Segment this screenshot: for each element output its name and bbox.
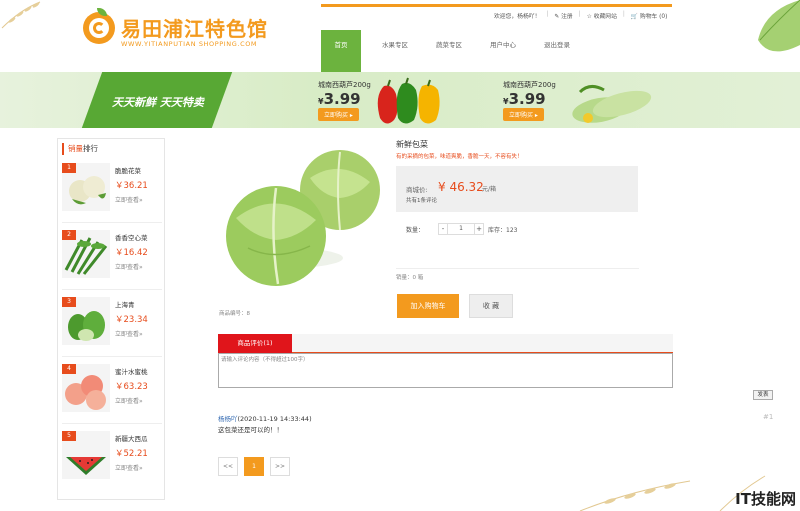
view-now-link[interactable]: 立即查看» (115, 463, 143, 472)
promo-banner[interactable]: 天天新鲜 天天特卖 城南西葫芦200g ¥3.99 立即购买 ▸ 城南西葫芦20… (0, 72, 800, 128)
zucchini-image (572, 85, 652, 123)
quantity-row: 数量： - 1 + 库存：123 (406, 222, 517, 236)
sidebar-title: 销量排行 (62, 143, 98, 155)
ranking-item[interactable]: 4 蜜汁水蜜桃 ￥63.23 立即查看» (62, 364, 162, 424)
sales-ranking-sidebar: 销量排行 1 脆脆花菜 ￥36.21 立即查看» 2 香香空心菜 ￥16.42 … (57, 138, 165, 500)
product-name: 蜜汁水蜜桃 (115, 368, 148, 376)
product-name: 脆脆花菜 (115, 167, 141, 175)
promo-title: 城南西葫芦200g (503, 81, 556, 89)
buy-now-button[interactable]: 立即购买 ▸ (318, 108, 359, 121)
promo-price: ¥3.99 (503, 90, 546, 108)
edit-icon: ✎ (554, 14, 560, 20)
top-accent-bar (321, 4, 672, 7)
nav-fruit[interactable]: 水果专区 (375, 30, 415, 72)
comment-meta: 杨杨吖(2020-11-19 14:33:44) (218, 413, 312, 423)
logo-title: 易田浦江特色馆 (121, 17, 268, 41)
page-number-button[interactable]: 1 (244, 457, 264, 476)
view-now-link[interactable]: 立即查看» (115, 396, 143, 405)
tab-product-reviews[interactable]: 商品评价(1) (218, 334, 292, 353)
product-slogan: 有的采摘的包菜，味道爽脆，香脆一天，不容有失！ (396, 154, 523, 160)
leaf-decoration-icon (758, 0, 800, 52)
rank-badge: 5 (62, 431, 76, 441)
comment-time: (2020-11-19 14:33:44) (237, 415, 312, 423)
review-tab-bar: 商品评价(1) (218, 334, 673, 353)
pagination: << 1 >> (218, 457, 290, 476)
cart-link[interactable]: 🛒 购物车 (0) (631, 11, 668, 20)
favorite-button[interactable]: 收 藏 (469, 294, 513, 318)
divider: | (546, 11, 549, 17)
nav-home[interactable]: 首页 (321, 30, 361, 72)
ranking-item[interactable]: 1 脆脆花菜 ￥36.21 立即查看» (62, 163, 162, 223)
product-name: 香香空心菜 (115, 234, 148, 242)
product-price: ￥63.23 (115, 382, 148, 392)
next-page-button[interactable]: >> (270, 457, 290, 476)
promo-card[interactable]: 城南西葫芦200g ¥3.99 立即购买 ▸ (318, 80, 371, 121)
view-now-link[interactable]: 立即查看» (115, 329, 143, 338)
rank-badge: 4 (62, 364, 76, 374)
divider: | (578, 11, 581, 17)
stock-text: 库存：123 (488, 226, 518, 234)
product-main-image (218, 138, 390, 306)
price-panel: 商城价: ¥ 46.32 元/箱 共有1条评论 (396, 166, 638, 212)
prev-page-button[interactable]: << (218, 457, 238, 476)
product-name: 新疆大西瓜 (115, 435, 148, 443)
price-unit: 元/箱 (482, 186, 497, 193)
welcome-text: 欢迎您，杨杨吖！ (494, 11, 540, 20)
logo-emblem-icon (83, 12, 115, 44)
rank-badge: 1 (62, 163, 76, 173)
rank-badge: 2 (62, 230, 76, 240)
view-now-link[interactable]: 立即查看» (115, 195, 143, 204)
quantity-increase-button[interactable]: + (474, 223, 485, 235)
username-link[interactable]: 杨杨吖！ (517, 11, 540, 20)
review-input[interactable]: 请输入评论内容（不得超过100字） (218, 353, 673, 388)
sales-count: 销量：0 箱 (396, 275, 424, 281)
banner-slogan: 天天新鲜 天天特卖 (112, 96, 204, 109)
product-price: ￥23.34 (115, 315, 148, 325)
price-value: ¥ 46.32 (438, 180, 484, 194)
main-nav: 首页 水果专区 蔬菜专区 用户中心 退出登录 (321, 30, 672, 72)
comment-text: 这包菜还是可以的！！ (218, 426, 283, 434)
comment-floor: #1 (763, 413, 774, 421)
ranking-item[interactable]: 5 新疆大西瓜 ￥52.21 立即查看» (62, 431, 162, 491)
favorite-site-link[interactable]: ☆ 收藏网站 (587, 11, 617, 20)
product-price: ￥36.21 (115, 181, 148, 191)
post-review-button[interactable]: 发表 (753, 390, 773, 400)
cart-count: (0) (659, 14, 668, 20)
top-links: 欢迎您，杨杨吖！ | ✎ 注册 | ☆ 收藏网站 | 🛒 购物车 (0) (494, 11, 667, 20)
nav-logout[interactable]: 退出登录 (537, 30, 577, 72)
logo-subtitle: WWW.YITIANPUTIAN SHOPPING.COM (121, 40, 258, 48)
view-now-link[interactable]: 立即查看» (115, 262, 143, 271)
product-name: 上海青 (115, 301, 135, 309)
quantity-label: 数量： (406, 226, 425, 234)
ranking-item[interactable]: 3 上海青 ￥23.34 立即查看» (62, 297, 162, 357)
wheat-decoration-icon (1, 1, 41, 29)
ranking-item[interactable]: 2 香香空心菜 ￥16.42 立即查看» (62, 230, 162, 290)
register-link[interactable]: ✎ 注册 (554, 11, 572, 20)
price-label: 商城价: (406, 186, 428, 194)
pepper-image (377, 77, 440, 124)
product-title: 新鲜包菜 (396, 140, 428, 149)
add-to-cart-button[interactable]: 加入购物车 (397, 294, 459, 318)
product-price: ￥16.42 (115, 248, 148, 258)
product-code: 商品编号：8 (219, 311, 250, 317)
nav-vegetable[interactable]: 蔬菜专区 (429, 30, 469, 72)
site-logo[interactable]: 易田浦江特色馆 WWW.YITIANPUTIAN SHOPPING.COM (83, 8, 273, 52)
review-count[interactable]: 共有1条评论 (406, 196, 437, 204)
quantity-input[interactable]: 1 (448, 223, 475, 235)
promo-card[interactable]: 城南西葫芦200g ¥3.99 立即购买 ▸ (503, 80, 556, 121)
star-icon: ☆ (586, 14, 592, 20)
buy-now-button[interactable]: 立即购买 ▸ (503, 108, 544, 121)
promo-title: 城南西葫芦200g (318, 81, 371, 89)
promo-price: ¥3.99 (318, 90, 361, 108)
cart-icon: 🛒 (630, 14, 639, 20)
divider (396, 268, 639, 269)
nav-user-center[interactable]: 用户中心 (483, 30, 523, 72)
divider: | (622, 11, 625, 17)
watermark: IT技能网 (735, 490, 796, 508)
product-price: ￥52.21 (115, 449, 148, 459)
comment-username[interactable]: 杨杨吖 (218, 415, 238, 423)
rank-badge: 3 (62, 297, 76, 307)
quantity-decrease-button[interactable]: - (438, 223, 449, 235)
